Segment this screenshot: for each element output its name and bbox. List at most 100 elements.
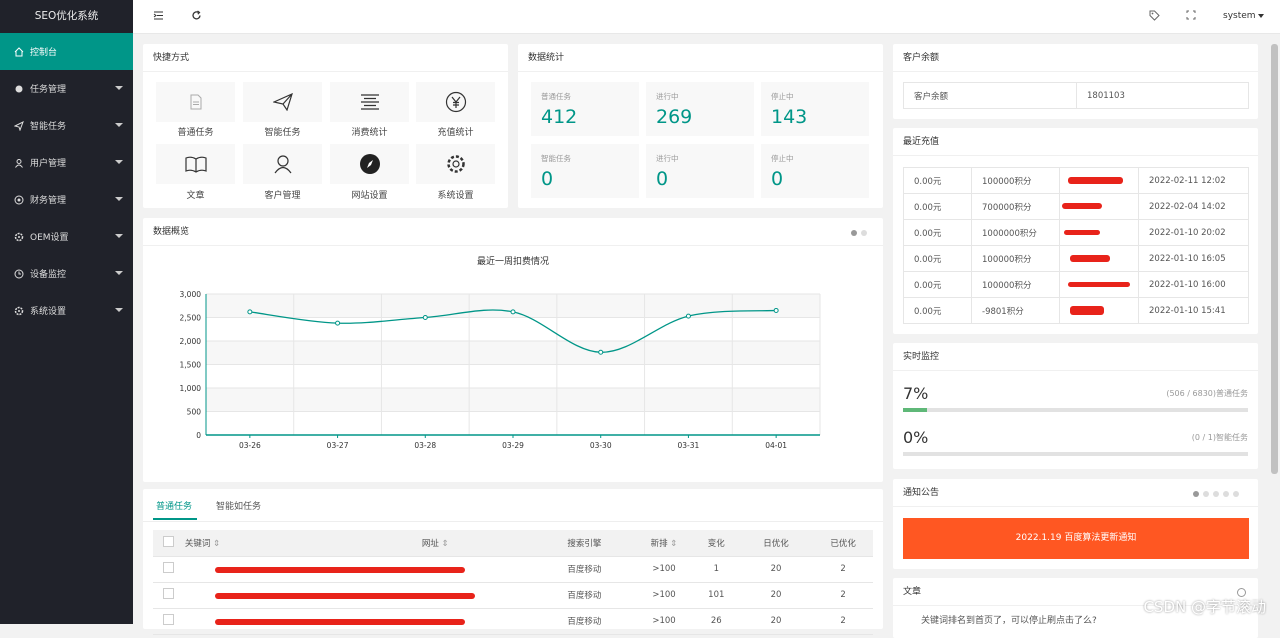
- sidebar-item-oem[interactable]: OEM设置: [0, 218, 133, 255]
- points-cell: 100000积分: [971, 245, 1060, 272]
- sidebar-item-finance[interactable]: 财务管理: [0, 181, 133, 218]
- chevron-down-icon: [115, 308, 123, 312]
- row-checkbox[interactable]: [163, 562, 175, 573]
- shortcut-recharge-stats[interactable]: [416, 82, 495, 122]
- sidebar-item-devices[interactable]: 设备监控: [0, 255, 133, 292]
- points-cell: 1000000积分: [971, 219, 1060, 246]
- shortcut-label: 智能任务: [264, 128, 301, 138]
- table-row: 0.00元 1000000积分 2022-01-10 20:02: [903, 219, 1249, 246]
- carousel-dot[interactable]: [861, 230, 867, 236]
- tab-smart-tasks[interactable]: 智能如任务: [216, 499, 261, 512]
- time-cell: 2022-02-11 12:02: [1138, 167, 1249, 194]
- tag-icon[interactable]: [1149, 10, 1160, 24]
- carousel-dot[interactable]: [1203, 491, 1209, 497]
- select-all-checkbox[interactable]: [163, 535, 175, 547]
- row-checkbox[interactable]: [163, 614, 175, 625]
- notice-button[interactable]: 2022.1.19 百度算法更新通知: [903, 518, 1249, 559]
- stat-tile[interactable]: 普通任务 412: [531, 82, 639, 136]
- time-cell: 2022-01-10 15:41: [1138, 297, 1249, 324]
- shortcut-smart-task[interactable]: [243, 82, 322, 122]
- carousel-dot[interactable]: [1213, 491, 1219, 497]
- table-row[interactable]: 百度移动 >100 1 20 2: [153, 556, 873, 583]
- sidebar-item-label: OEM设置: [30, 233, 69, 243]
- progress-detail: (506 / 6830)普通任务: [1166, 389, 1248, 398]
- column-header[interactable]: 新排 ⇕: [634, 530, 694, 557]
- data-point: [247, 309, 253, 315]
- data-point: [598, 349, 604, 355]
- stat-tile[interactable]: 进行中 0: [646, 144, 754, 198]
- sidebar-item-label: 财务管理: [30, 196, 67, 206]
- menu-toggle-icon[interactable]: [153, 10, 164, 24]
- stat-tile[interactable]: 智能任务 0: [531, 144, 639, 198]
- column-header-label: 网址: [421, 538, 439, 549]
- data-point: [510, 309, 516, 315]
- chart-grid: [205, 293, 821, 436]
- carousel-dot[interactable]: [1233, 491, 1239, 497]
- sidebar-item-system[interactable]: 系统设置: [0, 292, 133, 329]
- shortcut-consumption-stats[interactable]: [330, 82, 409, 122]
- balance-value: 1801103: [1076, 82, 1249, 109]
- points-cell: 100000积分: [971, 167, 1060, 194]
- column-header[interactable]: 网址 ⇕: [335, 530, 535, 557]
- user-menu[interactable]: system: [1223, 11, 1265, 21]
- user-icon: [14, 158, 24, 168]
- sidebar-item-label: 系统设置: [30, 307, 67, 317]
- change-cell: 26: [693, 608, 739, 635]
- shortcut-article[interactable]: [156, 144, 235, 184]
- sidebar-item-tasks[interactable]: 任务管理: [0, 70, 133, 107]
- carousel-dot-active[interactable]: [851, 230, 857, 236]
- align-icon: [360, 94, 379, 110]
- chevron-down-icon: [115, 86, 123, 90]
- column-header: 变化: [693, 530, 739, 557]
- column-header: 搜索引擎: [534, 530, 635, 557]
- stat-tile[interactable]: 进行中 269: [646, 82, 754, 136]
- home-icon: [14, 46, 24, 57]
- sidebar-item-label: 用户管理: [30, 159, 67, 169]
- redacted-mark: [1070, 306, 1104, 315]
- carousel-dot[interactable]: [1223, 491, 1229, 497]
- x-axis: 03-26 03-27 03-28 03-29 03-30 03-31 04-01: [206, 434, 820, 450]
- tab-normal-tasks[interactable]: 普通任务: [156, 499, 192, 512]
- x-tick-label: 03-28: [414, 441, 436, 450]
- fullscreen-icon[interactable]: [1186, 10, 1196, 23]
- grid-band: [206, 388, 820, 412]
- shortcut-customers[interactable]: [243, 144, 322, 184]
- carousel-dot-active[interactable]: [1193, 491, 1199, 497]
- progress-bar-fill: [903, 408, 928, 412]
- chevron-down-icon: [115, 160, 123, 164]
- stat-label: 进行中: [656, 92, 679, 101]
- gear-icon: [14, 306, 24, 316]
- sidebar-item-smart-tasks[interactable]: 智能任务: [0, 107, 133, 144]
- shortcut-system-settings[interactable]: [416, 144, 495, 184]
- data-stats-card: 数据统计 普通任务 412 进行中 269 停止中 143 智能任务 0 进行中 0 停止…: [518, 44, 883, 208]
- amount-cell: 0.00元: [903, 167, 972, 194]
- column-header: 日优化: [738, 530, 814, 557]
- points-cell: 100000积分: [971, 271, 1060, 298]
- chevron-down-icon: [115, 234, 123, 238]
- shortcut-label: 普通任务: [177, 128, 214, 138]
- table-row[interactable]: 百度移动 >100 101 20 2: [153, 582, 873, 609]
- gear-icon: [14, 232, 24, 242]
- table-row[interactable]: 百度移动 >100 26 20 2: [153, 608, 873, 635]
- x-tick-label: 03-31: [678, 441, 700, 450]
- article-item[interactable]: 关键词排名到首页了，可以停止刷点击了么?: [921, 613, 1097, 626]
- stat-tile[interactable]: 停止中 0: [761, 144, 869, 198]
- shortcut-label: 消费统计: [351, 128, 388, 138]
- refresh-icon[interactable]: [191, 10, 202, 24]
- shortcut-site-settings[interactable]: [330, 144, 409, 184]
- amount-cell: 0.00元: [903, 297, 972, 324]
- sidebar-item-users[interactable]: 用户管理: [0, 144, 133, 181]
- stat-value: 0: [656, 168, 669, 190]
- amount-cell: 0.00元: [903, 245, 972, 272]
- column-header[interactable]: 关键词 ⇕: [184, 530, 336, 557]
- y-tick-label: 2,000: [180, 337, 202, 346]
- engine-cell: 百度移动: [534, 556, 635, 583]
- balance-label: 客户余额: [903, 82, 1077, 109]
- stat-tile[interactable]: 停止中 143: [761, 82, 869, 136]
- page-scrollbar[interactable]: [1271, 44, 1278, 474]
- sidebar-item-label: 任务管理: [30, 85, 67, 95]
- y-axis: 0 500 1,000 1,500 2,000 2,500 3,000: [180, 290, 207, 440]
- shortcut-normal-task[interactable]: [156, 82, 235, 122]
- sidebar-item-dashboard[interactable]: 控制台: [0, 33, 133, 70]
- row-checkbox[interactable]: [163, 588, 175, 599]
